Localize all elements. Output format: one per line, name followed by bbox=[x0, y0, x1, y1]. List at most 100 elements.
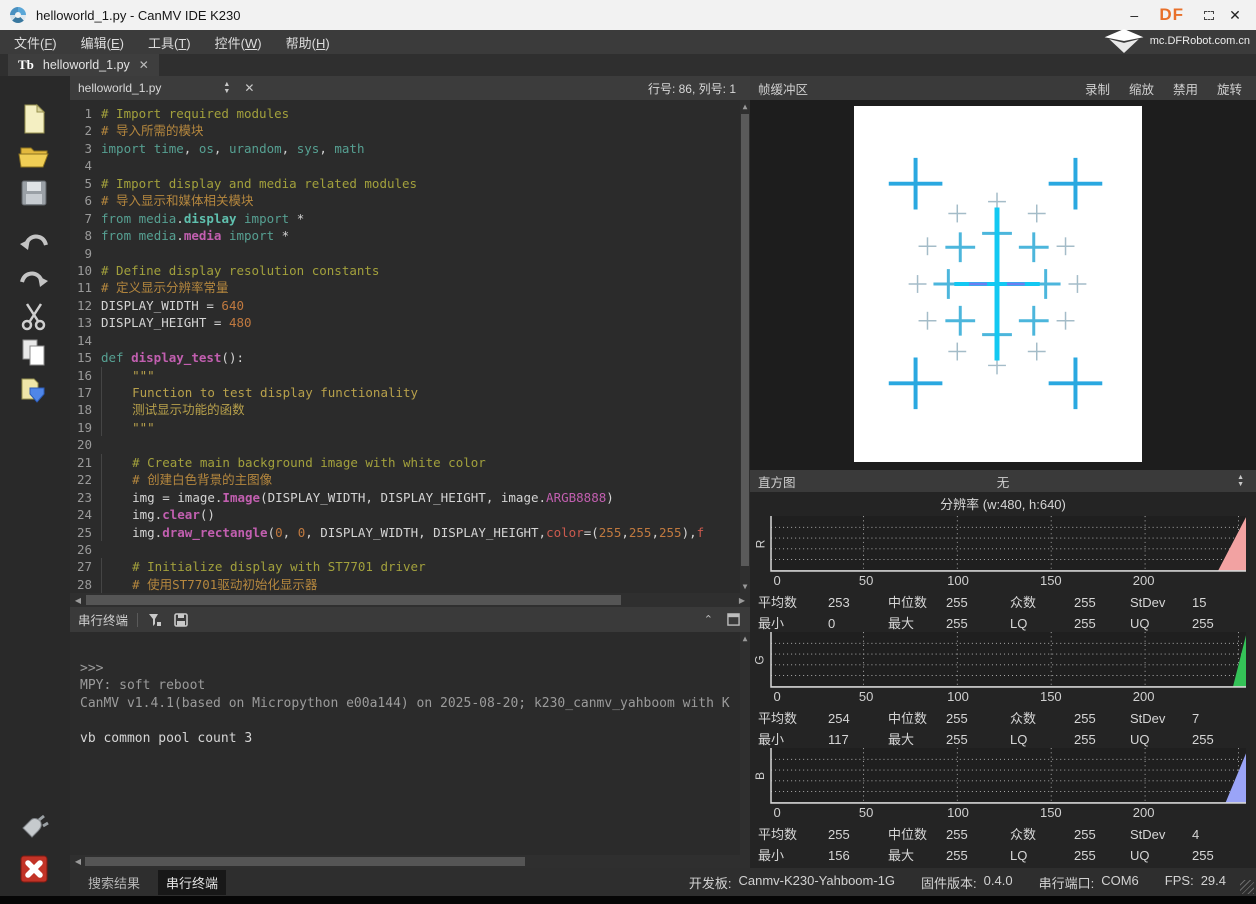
framebuffer-action-2[interactable]: 禁用 bbox=[1173, 79, 1198, 98]
collapse-terminal-icon[interactable]: ⌃ bbox=[704, 613, 713, 626]
window-title: helloworld_1.py - CanMV IDE K230 bbox=[36, 7, 241, 23]
framebuffer-action-0[interactable]: 录制 bbox=[1085, 79, 1110, 98]
stat-value: 255 bbox=[946, 848, 968, 863]
code-lines: 1 # Import required modules 2 # 导入所需的模块 3 imp… bbox=[70, 105, 750, 593]
stat-label: UQ bbox=[1130, 732, 1150, 747]
framebuffer-image-svg bbox=[888, 157, 1103, 410]
connect-button[interactable] bbox=[17, 812, 53, 848]
histogram-header: 无 直方图 ▲ ▼ bbox=[750, 470, 1256, 492]
scroll-left-icon[interactable]: ◀ bbox=[72, 596, 84, 605]
terminal-line: MPY: soft reboot bbox=[80, 678, 206, 693]
undo-button[interactable] bbox=[17, 226, 53, 262]
terminal-output: >>> MPY: soft reboot CanMV v1.4.1(based on… bbox=[80, 642, 750, 747]
status-tab-1[interactable]: 串行终端 bbox=[158, 869, 227, 895]
code-line: 6 # 导入显示和媒体相关模块 bbox=[84, 193, 254, 209]
close-button[interactable]: ✕ bbox=[1222, 7, 1248, 24]
scroll-up-icon[interactable]: ▲ bbox=[739, 634, 750, 643]
clear-terminal-icon[interactable] bbox=[147, 612, 163, 628]
terminal-line: >>> bbox=[80, 660, 104, 676]
axis-tick-label: 50 bbox=[858, 805, 874, 820]
code-line: 7 from media. display import * bbox=[84, 210, 305, 226]
editor-close-icon[interactable]: ✕ bbox=[244, 81, 254, 95]
framebuffer-view[interactable] bbox=[750, 100, 1256, 470]
axis-tick-label: 100 bbox=[947, 689, 969, 704]
copy-button[interactable] bbox=[17, 336, 53, 372]
axis-tick-label: 100 bbox=[947, 573, 969, 588]
histogram-stats-row: 最小 156 最大 255 LQ 255 UQ 255 bbox=[750, 845, 1256, 866]
stat-label: 众数 bbox=[1010, 827, 1037, 842]
terminal-title: 串行终端 bbox=[78, 614, 129, 628]
tab-helloworld[interactable]: Tb helloworld_1.py ✕ bbox=[8, 54, 159, 76]
scroll-left-icon[interactable]: ◀ bbox=[72, 857, 84, 866]
menu-tools[interactable]: 工具(T) bbox=[148, 33, 191, 52]
menu-help[interactable]: 帮助(H) bbox=[286, 33, 330, 52]
terminal-output-area[interactable]: >>> MPY: soft reboot CanMV v1.4.1(based on… bbox=[70, 632, 750, 855]
app-window: helloworld_1.py - CanMV IDE K230 – DF ✕ … bbox=[0, 0, 1256, 904]
stop-icon bbox=[20, 855, 48, 883]
editor-horizontal-scrollbar[interactable]: ◀ ▶ bbox=[70, 593, 750, 607]
stat-label: 最大 bbox=[888, 616, 915, 631]
file-selector-spinner-icon[interactable]: ▲ ▼ bbox=[223, 81, 230, 95]
stat-value: 255 bbox=[946, 732, 968, 747]
editor-vertical-scrollbar[interactable]: ▲ ▼ bbox=[740, 100, 750, 593]
scroll-down-icon[interactable]: ▼ bbox=[739, 582, 750, 591]
redo-button[interactable] bbox=[17, 263, 53, 299]
scroll-up-icon[interactable]: ▲ bbox=[739, 102, 750, 111]
code-line: 5 # Import display and media related modu… bbox=[84, 175, 418, 191]
stat-value: 255 bbox=[1074, 616, 1096, 631]
tab-close-icon[interactable]: ✕ bbox=[139, 58, 149, 72]
stat-label: 众数 bbox=[1010, 595, 1037, 610]
channel-label: R bbox=[752, 539, 767, 549]
histogram-stats-row: 最小 117 最大 255 LQ 255 UQ 255 bbox=[750, 729, 1256, 750]
status-tab-0[interactable]: 搜索结果 bbox=[80, 870, 148, 895]
scroll-right-icon[interactable]: ▶ bbox=[736, 596, 748, 605]
code-line: 26 bbox=[76, 541, 92, 557]
axis-tick-label: 150 bbox=[1039, 573, 1062, 588]
detach-panel-icon[interactable] bbox=[727, 613, 740, 626]
histogram-mode-selector[interactable]: ▲ ▼ bbox=[1237, 474, 1244, 488]
paste-button[interactable] bbox=[17, 373, 53, 409]
save-button[interactable] bbox=[17, 176, 53, 212]
stat-value: 255 bbox=[946, 595, 968, 610]
framebuffer-action-1[interactable]: 缩放 bbox=[1129, 79, 1154, 98]
save-icon bbox=[21, 180, 47, 206]
terminal-vertical-scrollbar[interactable]: ▲ bbox=[740, 632, 750, 855]
cut-button[interactable] bbox=[17, 299, 53, 335]
stat-label: StDev bbox=[1130, 827, 1166, 842]
open-file-button[interactable] bbox=[17, 139, 53, 175]
app-icon bbox=[10, 7, 26, 23]
histogram-plot-G bbox=[770, 632, 1246, 688]
terminal-horizontal-scrollbar[interactable]: ◀ bbox=[70, 855, 750, 868]
maximize-button[interactable] bbox=[1196, 7, 1222, 23]
menu-file[interactable]: 文件(F) bbox=[14, 33, 57, 52]
resize-grip[interactable] bbox=[1240, 880, 1254, 894]
stat-value: 0 bbox=[828, 616, 836, 631]
new-file-icon bbox=[24, 103, 46, 134]
code-line: 19 """ bbox=[76, 418, 155, 437]
code-line: 13 DISPLAY_HEIGHT = 480 bbox=[76, 315, 252, 331]
menu-widgets[interactable]: 控件(W) bbox=[215, 33, 262, 52]
right-panel: 帧缓冲区 录制 缩放 禁用 旋转 无 直方图 ▲ ▼ 分辨率 (w:480, h:640… bbox=[750, 76, 1256, 868]
stop-button[interactable] bbox=[17, 852, 53, 888]
menu-edit[interactable]: 编辑(E) bbox=[81, 33, 124, 52]
code-editor[interactable]: 1 # Import required modules 2 # 导入所需的模块 3 imp… bbox=[70, 100, 750, 593]
axis-tick-label: 50 bbox=[858, 573, 874, 588]
framebuffer-action-3[interactable]: 旋转 bbox=[1217, 79, 1242, 98]
code-line: 21 # Create main background image with w… bbox=[76, 453, 486, 472]
menu-items: 文件(F) 编辑(E) 工具(T) 控件(W) 帮助(H) bbox=[0, 33, 340, 52]
code-line: 1 # Import required modules bbox=[84, 106, 290, 121]
file-selector[interactable]: helloworld_1.py ▲ ▼ ✕ bbox=[70, 81, 254, 95]
stat-value: 255 bbox=[1074, 848, 1096, 863]
new-file-button[interactable] bbox=[17, 102, 53, 138]
code-line: 8 from media. media import * bbox=[84, 228, 290, 244]
minimize-button[interactable]: – bbox=[1121, 7, 1147, 23]
stat-value: 255 bbox=[946, 827, 968, 842]
code-line: 24 img. clear() bbox=[76, 506, 215, 524]
save-log-icon[interactable] bbox=[173, 612, 189, 628]
titlebar: helloworld_1.py - CanMV IDE K230 – DF ✕ bbox=[0, 0, 1256, 30]
axis-tick-label: 200 bbox=[1132, 573, 1155, 588]
stat-value: 255 bbox=[1192, 848, 1214, 863]
channel-label: B bbox=[752, 771, 767, 781]
